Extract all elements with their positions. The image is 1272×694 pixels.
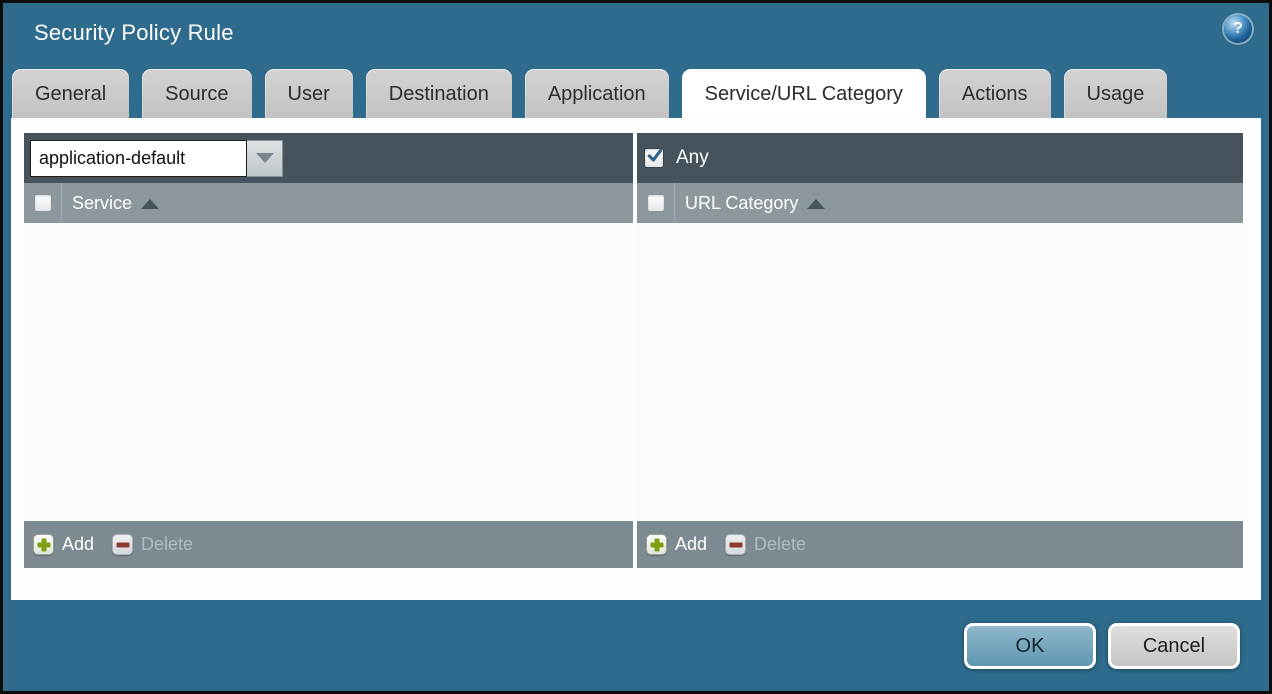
tab-user[interactable]: User	[265, 69, 353, 118]
add-url-category-button[interactable]: Add	[646, 534, 707, 555]
select-all-url-categories-checkbox[interactable]	[647, 194, 665, 212]
service-type-input[interactable]	[30, 140, 247, 177]
dialog-title: Security Policy Rule	[34, 20, 234, 46]
url-category-select-all-cell	[637, 183, 675, 223]
url-category-column-header[interactable]: URL Category	[685, 193, 798, 214]
any-checkbox-label: Any	[676, 147, 709, 169]
service-column-header[interactable]: Service	[72, 193, 132, 214]
tab-application[interactable]: Application	[525, 69, 669, 118]
title-bar: Security Policy Rule ?	[3, 6, 1269, 66]
minus-icon	[112, 534, 133, 555]
plus-icon	[646, 534, 667, 555]
plus-icon	[33, 534, 54, 555]
url-category-toolbar: Any	[637, 133, 1243, 183]
service-type-dropdown	[30, 140, 283, 177]
url-category-list-body[interactable]	[637, 223, 1243, 521]
service-list-body[interactable]	[24, 223, 633, 521]
url-category-panel: Any URL Category Add Delete	[637, 133, 1243, 568]
security-policy-rule-dialog: Security Policy Rule ? General Source Us…	[0, 0, 1272, 694]
delete-url-category-button[interactable]: Delete	[725, 534, 806, 555]
add-service-button[interactable]: Add	[33, 534, 94, 555]
sort-ascending-icon	[141, 199, 159, 209]
service-select-all-cell	[24, 183, 62, 223]
service-panel: Service Add Delete	[24, 133, 633, 568]
tab-source[interactable]: Source	[142, 69, 251, 118]
tab-bar: General Source User Destination Applicat…	[12, 69, 1260, 118]
service-url-category-page: Service Add Delete	[11, 118, 1261, 600]
tab-general[interactable]: General	[12, 69, 129, 118]
url-category-panel-footer: Add Delete	[637, 521, 1243, 568]
tab-usage[interactable]: Usage	[1064, 69, 1168, 118]
ok-button[interactable]: OK	[964, 623, 1096, 669]
cancel-button[interactable]: Cancel	[1108, 623, 1240, 669]
select-all-services-checkbox[interactable]	[34, 194, 52, 212]
tab-destination[interactable]: Destination	[366, 69, 512, 118]
service-table-header: Service	[24, 183, 633, 223]
tab-actions[interactable]: Actions	[939, 69, 1051, 118]
dialog-action-row: OK Cancel	[964, 623, 1240, 669]
question-mark-glyph: ?	[1233, 21, 1243, 37]
dropdown-arrow-button[interactable]	[247, 140, 283, 177]
check-icon	[647, 146, 663, 166]
tab-service-url-category[interactable]: Service/URL Category	[682, 69, 926, 118]
service-panel-footer: Add Delete	[24, 521, 633, 568]
chevron-down-icon	[256, 153, 274, 163]
url-category-table-header: URL Category	[637, 183, 1243, 223]
sort-ascending-icon	[807, 199, 825, 209]
delete-service-button[interactable]: Delete	[112, 534, 193, 555]
any-checkbox[interactable]	[644, 148, 664, 168]
help-icon[interactable]: ?	[1224, 15, 1252, 43]
minus-icon	[725, 534, 746, 555]
service-panel-toolbar	[24, 133, 633, 183]
